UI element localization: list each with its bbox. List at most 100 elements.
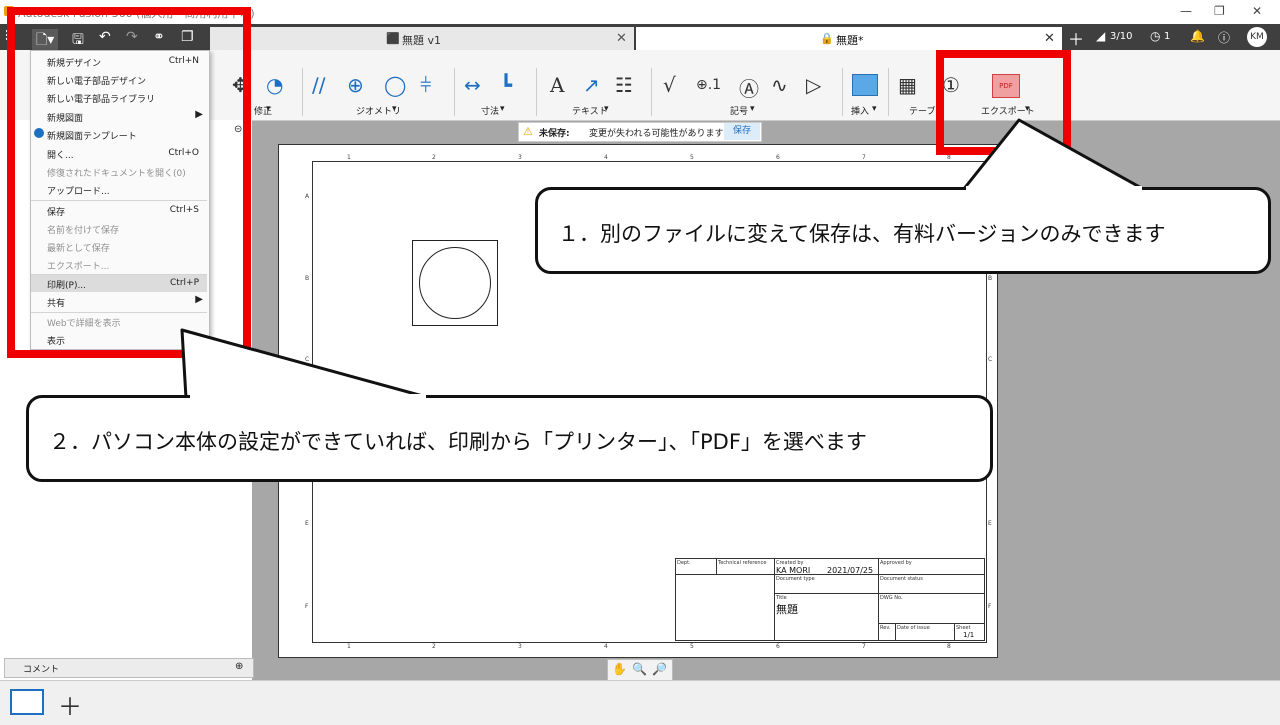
unsaved-message: 変更が失われる可能性があります <box>589 129 724 139</box>
tab-untitled-active[interactable]: 🔒 無題* ✕ <box>636 27 1062 50</box>
edge-icon[interactable]: ⫩ <box>420 73 431 97</box>
dwg-no-label: DWG No. <box>880 595 903 601</box>
zone-col: 8 <box>947 154 951 161</box>
weld-icon[interactable]: ∿ <box>771 73 788 97</box>
zone-row: E <box>305 520 309 527</box>
title-block: Dept. Technical reference Created by KA … <box>675 558 985 641</box>
table-icon[interactable]: ▦ <box>898 73 917 97</box>
insert-image-icon[interactable] <box>852 74 878 96</box>
circle-geometry[interactable] <box>419 247 491 319</box>
zone-col: 2 <box>432 154 436 161</box>
minimize-icon[interactable]: — <box>1180 4 1192 18</box>
separator <box>302 68 303 116</box>
dropdown-arrow-icon[interactable]: ▾ <box>604 104 609 114</box>
tab-label: 無題* <box>836 34 864 47</box>
close-tab-icon[interactable]: ✕ <box>1044 31 1055 46</box>
drawing-title: 無題 <box>776 603 798 616</box>
dropdown-arrow-icon[interactable]: ▾ <box>750 104 755 114</box>
add-sheet-icon[interactable]: ＋ <box>58 687 82 722</box>
group-symbols[interactable]: 記号 <box>730 104 748 117</box>
close-tab-icon[interactable]: ✕ <box>616 31 627 46</box>
doc-status-label: Document status <box>880 576 923 582</box>
zone-row: F <box>305 603 309 610</box>
dimension-icon[interactable]: ↔ <box>464 73 481 97</box>
bell-icon[interactable]: 🔔 <box>1190 29 1205 43</box>
leader-text-icon[interactable]: ↗ <box>583 73 600 97</box>
sheet-number: 1/1 <box>963 631 975 639</box>
dropdown-arrow-icon[interactable]: ▾ <box>872 104 877 114</box>
cube-icon: ⬛ <box>386 32 400 45</box>
tech-ref-label: Technical reference <box>718 560 767 566</box>
dept-label: Dept. <box>677 560 691 566</box>
datum-icon[interactable]: Ⓐ <box>739 73 759 102</box>
circle-tool-icon[interactable]: ◯ <box>384 73 406 97</box>
issue-date-label: Date of issue <box>897 625 930 631</box>
doc-type-label: Document type <box>776 576 815 582</box>
navigation-bar: ✋ 🔍 🔎 <box>607 659 673 681</box>
zone-col: 1 <box>347 643 351 650</box>
group-text[interactable]: テキスト <box>572 104 608 117</box>
zone-col: 5 <box>690 643 694 650</box>
zone-col: 7 <box>862 643 866 650</box>
dropdown-arrow-icon[interactable]: ▾ <box>266 104 271 114</box>
avatar[interactable]: KM <box>1247 27 1267 47</box>
pan-icon[interactable]: ✋ <box>612 662 627 676</box>
separator <box>842 68 843 116</box>
zoom-icon[interactable]: 🔍 <box>632 662 647 676</box>
rev-label: Rev. <box>880 625 891 631</box>
separator <box>536 68 537 116</box>
group-insert[interactable]: 挿入 <box>851 104 869 117</box>
center-mark-icon[interactable]: ⊕ <box>347 73 364 97</box>
zone-col: 7 <box>862 154 866 161</box>
callout-2-pointer <box>180 328 432 400</box>
highlight-file-menu <box>7 7 251 358</box>
zone-row: F <box>988 603 992 610</box>
comments-bar[interactable]: コメント ⊕ <box>4 658 254 678</box>
surface-symbol-icon[interactable]: √ <box>663 73 676 97</box>
zone-col: 3 <box>518 154 522 161</box>
leader-icon[interactable]: ▷ <box>806 73 821 97</box>
created-date: 2021/07/25 <box>827 566 874 575</box>
zone-row: C <box>988 356 993 363</box>
tab-untitled-v1[interactable]: ⬛ 無題 v1 ✕ <box>210 27 634 50</box>
zone-col: 5 <box>690 154 694 161</box>
table-balloon-icon[interactable]: ☷ <box>615 73 633 97</box>
fit-icon[interactable]: 🔎 <box>652 662 667 676</box>
help-icon[interactable]: ⓘ <box>1218 29 1230 46</box>
centerline-icon[interactable]: ∕∕ <box>312 73 325 97</box>
zone-col: 1 <box>347 154 351 161</box>
tab-label: 無題 v1 <box>402 34 442 47</box>
lock-icon: 🔒 <box>820 32 834 45</box>
dropdown-arrow-icon[interactable]: ▾ <box>500 104 505 114</box>
callout-2-pointer-mask <box>190 394 426 400</box>
add-comment-icon[interactable]: ⊕ <box>235 661 243 672</box>
zone-col: 3 <box>518 643 522 650</box>
close-window-icon[interactable]: ✕ <box>1252 4 1262 18</box>
zone-row: B <box>988 275 993 282</box>
save-now-button[interactable]: 保存 <box>724 123 760 140</box>
drawing-view[interactable] <box>412 240 498 326</box>
zone-row: B <box>305 275 310 282</box>
job-status-icon[interactable]: ◢ <box>1096 29 1105 43</box>
callout-1-text: １．別のファイルに変えて保存は、有料バージョンのみできます <box>558 222 1166 246</box>
ordinate-icon[interactable]: ┗ <box>500 73 512 97</box>
rotate-icon[interactable]: ◔ <box>266 73 283 97</box>
zone-col: 4 <box>604 643 608 650</box>
text-icon[interactable]: A <box>550 73 564 97</box>
group-dimension[interactable]: 寸法 <box>481 104 499 117</box>
zone-col: 2 <box>432 643 436 650</box>
unsaved-notification: ⚠ 未保存: 変更が失われる可能性があります 保存 <box>518 122 762 142</box>
zone-col: 6 <box>776 154 780 161</box>
callout-1: １．別のファイルに変えて保存は、有料バージョンのみできます <box>535 187 1271 274</box>
zone-col: 8 <box>947 643 951 650</box>
feature-control-icon[interactable]: ⊕.1 <box>696 77 721 93</box>
clock-count: 1 <box>1164 31 1171 42</box>
dropdown-arrow-icon[interactable]: ▾ <box>392 104 397 114</box>
clock-icon[interactable]: ◷ <box>1150 29 1160 43</box>
comments-label: コメント <box>23 665 60 675</box>
sheet-thumbnail[interactable] <box>10 689 44 715</box>
add-tab-icon[interactable]: ＋ <box>1068 26 1084 50</box>
callout-1-pointer <box>961 118 1147 192</box>
created-by-value: KA MORI <box>776 566 811 575</box>
maximize-icon[interactable]: ❐ <box>1214 4 1225 18</box>
